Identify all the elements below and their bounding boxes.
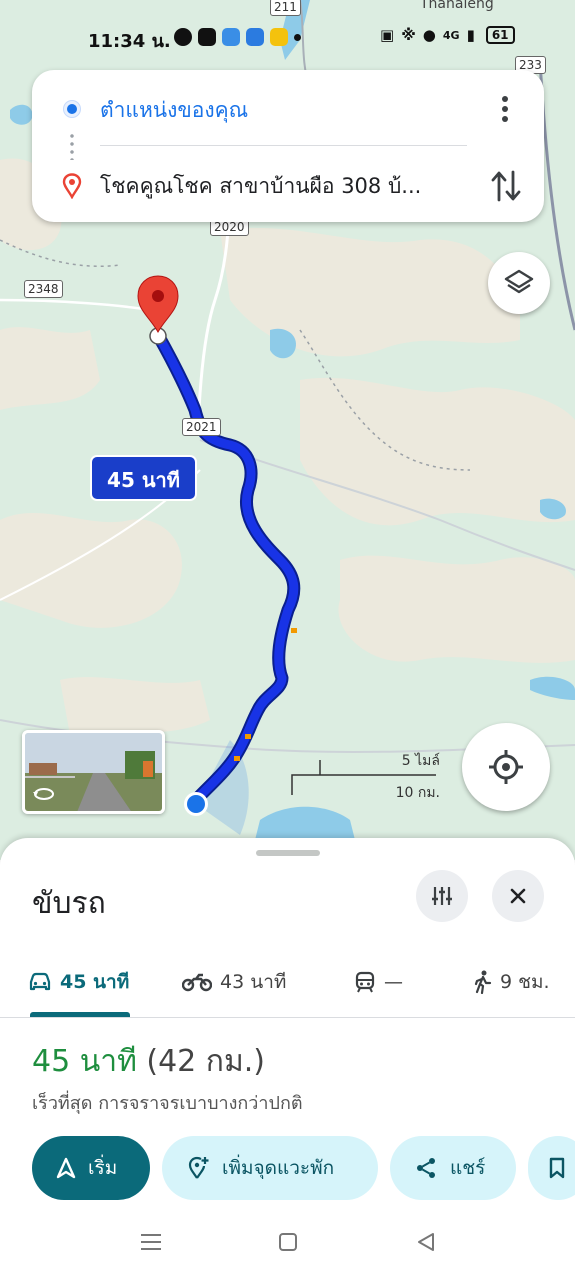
system-navigation-bar (0, 1220, 575, 1270)
shield-app-icon (246, 28, 264, 46)
road-shield: 2348 (24, 280, 63, 298)
tab-walk-label: 9 ชม. (500, 971, 550, 993)
navigation-arrow-icon (56, 1157, 76, 1179)
home-square-icon (279, 1233, 297, 1251)
bottom-sheet: ขับรถ 45 นาที 43 นาที — 9 ชม. 45 นาที (4… (0, 838, 575, 1280)
notification-icons (174, 28, 301, 46)
place-label-thanaleng: Thanaleng (420, 0, 494, 12)
add-stop-button-label: เพิ่มจุดแวะพัก (222, 1157, 335, 1179)
bookmark-icon (549, 1157, 565, 1179)
action-buttons: เริ่ม เพิ่มจุดแวะพัก แชร์ (32, 1136, 575, 1200)
start-button-label: เริ่ม (88, 1157, 118, 1179)
route-distance: (42 กม.) (146, 1044, 265, 1079)
destination-field[interactable]: โชคคูณโชค สาขาบ้านผือ 308 บ้... (100, 170, 480, 203)
location-status-icon: ● (422, 26, 436, 44)
home-nav-button[interactable] (278, 1232, 298, 1256)
crosshair-icon (489, 750, 523, 784)
route-connector-dots (70, 132, 74, 160)
weather-app-icon (222, 28, 240, 46)
more-options-icon[interactable] (490, 92, 520, 126)
swap-directions-icon[interactable] (488, 166, 524, 206)
route-duration: 45 นาที (32, 1044, 137, 1079)
capcut-app-icon (198, 28, 216, 46)
scale-miles: 5 ไมล์ (401, 753, 440, 769)
share-icon (417, 1158, 435, 1178)
tab-motorcycle[interactable]: 43 นาที (182, 962, 286, 1002)
menu-lines-icon (141, 1234, 161, 1250)
status-time: 11:34 น. (88, 31, 171, 52)
network-type: 4G (442, 28, 460, 42)
tab-transit[interactable]: — (354, 962, 403, 1002)
tab-transit-label: — (384, 971, 403, 993)
drag-handle[interactable] (256, 850, 320, 856)
route-description: เร็วที่สุด การจราจรเบาบางกว่าปกติ (32, 1093, 303, 1114)
save-button[interactable] (528, 1136, 575, 1200)
recents-nav-button[interactable] (140, 1232, 162, 1256)
destination-marker-icon (62, 173, 82, 199)
travel-mode-title: ขับรถ (32, 886, 106, 921)
scale-km: 10 กม. (395, 785, 440, 801)
share-button-label: แชร์ (450, 1157, 486, 1179)
active-tab-indicator (30, 1012, 130, 1017)
tab-drive[interactable]: 45 นาที (28, 962, 129, 1002)
street-view-thumbnail[interactable] (22, 730, 165, 814)
road-shield: 211 (270, 0, 301, 16)
google-app-icon (270, 28, 288, 46)
map-layers-button[interactable] (488, 252, 550, 314)
tune-icon (432, 887, 452, 905)
walk-icon (474, 970, 492, 994)
more-notifications-dot-icon (294, 33, 301, 41)
origin-field[interactable]: ตำแหน่งของคุณ (100, 94, 248, 127)
nfc-icon: ▣ (380, 26, 395, 44)
route-options-button[interactable] (416, 870, 468, 922)
back-nav-button[interactable] (416, 1232, 436, 1256)
status-right: ▣ ※ ● 4G ▮ 61 (380, 26, 515, 44)
signal-icon: ▮ (466, 26, 475, 44)
start-button[interactable]: เริ่ม (32, 1136, 150, 1200)
car-icon (29, 972, 51, 991)
share-button[interactable]: แชร์ (390, 1136, 516, 1200)
layers-icon (504, 269, 534, 294)
battery-level: 61 (485, 26, 515, 44)
tab-walk[interactable]: 9 ชม. (474, 962, 550, 1002)
motorcycle-icon (182, 973, 212, 992)
close-button[interactable] (492, 870, 544, 922)
close-icon (510, 888, 526, 904)
bluetooth-icon: ※ (401, 26, 416, 44)
origin-dot-icon (64, 101, 80, 117)
tab-drive-label: 45 นาที (60, 971, 130, 993)
rotate-360-icon (33, 788, 54, 800)
tab-motorcycle-label: 43 นาที (220, 971, 287, 993)
line-app-icon (174, 28, 192, 46)
my-location-button[interactable] (462, 723, 550, 811)
travel-mode-tabs: 45 นาที 43 นาที — 9 ชม. (0, 950, 575, 1018)
current-location-dot-icon (184, 792, 208, 816)
route-time-bubble[interactable]: 45 นาที (90, 455, 197, 501)
directions-card: ตำแหน่งของคุณ โชคคูณโชค สาขาบ้านผือ 308 … (32, 70, 544, 222)
road-shield: 2021 (182, 418, 221, 436)
status-bar: 11:34 น. ▣ ※ ● 4G ▮ 61 (0, 22, 575, 54)
map-scale: 5 ไมล์ 10 กม. (290, 750, 440, 805)
add-location-icon (188, 1156, 209, 1179)
street-view-image (25, 733, 162, 811)
train-icon (355, 971, 375, 993)
back-triangle-icon (418, 1233, 434, 1251)
add-stop-button[interactable]: เพิ่มจุดแวะพัก (162, 1136, 378, 1200)
route-summary: 45 นาที (42 กม.) (32, 1038, 265, 1085)
field-divider (100, 145, 467, 146)
